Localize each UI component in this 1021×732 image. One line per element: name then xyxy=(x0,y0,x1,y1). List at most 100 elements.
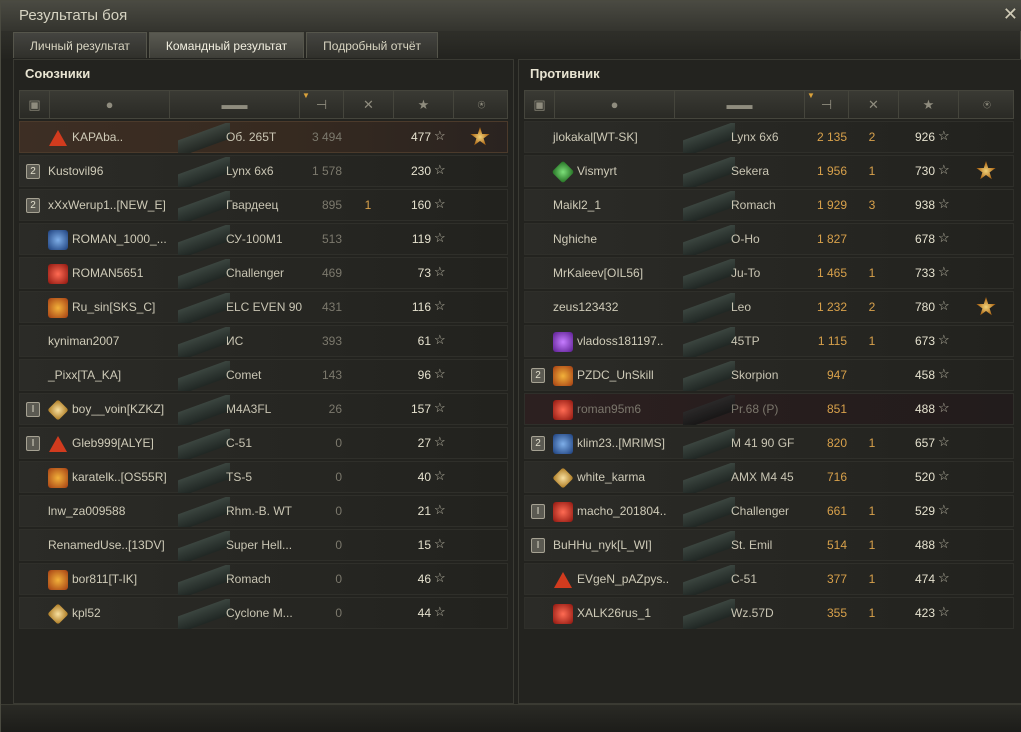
player-name: EVgeN_pAZpys.. xyxy=(577,572,670,586)
player-name: xXxWerup1..[NEW_E] xyxy=(48,198,166,212)
tank-icon xyxy=(683,395,735,425)
player-row[interactable]: karatelk..[OS55R] TS-5 0 40 ☆ xyxy=(19,461,508,493)
player-row[interactable]: zeus123432 Leo 1 232 2 780 ☆ xyxy=(524,291,1014,323)
tank-name: Rhm.-B. WT xyxy=(226,504,292,518)
xp-value: 160 xyxy=(410,198,431,212)
player-row[interactable]: roman95m6 Pr.68 (P) 851 488 ☆ xyxy=(524,393,1014,425)
xp-star-icon: ☆ xyxy=(434,332,446,347)
player-column-icon[interactable]: ● xyxy=(50,91,170,118)
frags-value: 1 xyxy=(868,164,876,178)
medal-icon[interactable] xyxy=(976,297,996,316)
damage-column-icon[interactable]: ⊣ xyxy=(805,91,849,118)
xp-value: 678 xyxy=(914,232,935,246)
player-name: lnw_za009588 xyxy=(48,504,126,518)
xp-star-icon: ☆ xyxy=(434,264,446,279)
player-row[interactable]: kpl52 Cyclone M... 0 44 ☆ xyxy=(19,597,508,629)
player-row[interactable]: RenamedUse..[13DV] Super Hell... 0 15 ☆ xyxy=(19,529,508,561)
medal-icon[interactable] xyxy=(976,161,996,180)
close-icon[interactable]: ✕ xyxy=(1003,4,1018,25)
damage-value: 1 578 xyxy=(311,164,342,178)
player-name: MrKaleev[OIL56] xyxy=(553,266,644,280)
player-row[interactable]: I Gleb999[ALYE] C-51 0 27 ☆ xyxy=(19,427,508,459)
player-row[interactable]: lnw_za009588 Rhm.-B. WT 0 21 ☆ xyxy=(19,495,508,527)
player-name: Gleb999[ALYE] xyxy=(72,436,154,450)
player-row[interactable]: 2 Kustovil96 Lynx 6x6 1 578 230 ☆ xyxy=(19,155,508,187)
tank-name: Super Hell... xyxy=(226,538,293,552)
player-name: roman95m6 xyxy=(577,402,642,416)
tank-column-icon[interactable]: ▬▬ xyxy=(170,91,300,118)
player-row[interactable]: Ru_sin[SKS_C] ELC EVEN 90 431 116 ☆ xyxy=(19,291,508,323)
player-row[interactable]: jlokakal[WT-SK] Lynx 6x6 2 135 2 926 ☆ xyxy=(524,121,1014,153)
player-row[interactable]: Maikl2_1 Romach 1 929 3 938 ☆ xyxy=(524,189,1014,221)
tank-icon xyxy=(683,123,735,153)
player-row[interactable]: vladoss181197.. 45TP 1 115 1 673 ☆ xyxy=(524,325,1014,357)
damage-value: 661 xyxy=(826,504,847,518)
xp-value: 230 xyxy=(410,164,431,178)
player-name: ROMAN_1000_... xyxy=(72,232,167,246)
tank-name: Romach xyxy=(731,198,776,212)
player-row[interactable]: 2 PZDC_UnSkill Skorpion 947 458 ☆ xyxy=(524,359,1014,391)
platoon-column-icon[interactable]: ▣ xyxy=(525,91,555,118)
frags-column-icon[interactable]: ✕ xyxy=(344,91,394,118)
damage-value: 947 xyxy=(826,368,847,382)
player-name: KAPAba.. xyxy=(72,130,124,144)
player-row[interactable]: ROMAN_1000_... СУ-100М1 513 119 ☆ xyxy=(19,223,508,255)
tank-name: Romach xyxy=(226,572,271,586)
player-name: boy__voin[KZKZ] xyxy=(72,402,165,416)
tank-name: Гвардеец xyxy=(226,198,279,212)
player-row[interactable]: _Pixx[TA_KA] Comet 143 96 ☆ xyxy=(19,359,508,391)
player-row[interactable]: XALK26rus_1 Wz.57D 355 1 423 ☆ xyxy=(524,597,1014,629)
tank-icon xyxy=(683,259,735,289)
platoon-column-icon[interactable]: ▣ xyxy=(20,91,50,118)
damage-value: 0 xyxy=(335,572,342,586)
xp-star-icon: ☆ xyxy=(434,604,446,619)
tank-name: СУ-100М1 xyxy=(226,232,283,246)
frags-column-icon[interactable]: ✕ xyxy=(849,91,899,118)
player-row[interactable]: MrKaleev[OIL56] Ju-To 1 465 1 733 ☆ xyxy=(524,257,1014,289)
xp-star-icon: ☆ xyxy=(434,468,446,483)
player-row[interactable]: Vismyrt Sekera 1 956 1 730 ☆ xyxy=(524,155,1014,187)
frags-value: 2 xyxy=(868,300,876,314)
tab-detailed[interactable]: Подробный отчёт xyxy=(306,32,439,58)
tank-column-icon[interactable]: ▬▬ xyxy=(675,91,805,118)
tab-team[interactable]: Командный результат xyxy=(148,32,305,58)
xp-value: 21 xyxy=(417,504,431,518)
damage-value: 469 xyxy=(321,266,342,280)
player-name: jlokakal[WT-SK] xyxy=(553,130,638,144)
player-row[interactable]: 2 xXxWerup1..[NEW_E] Гвардеец 895 1 160 ☆ xyxy=(19,189,508,221)
player-row[interactable]: I BuHHu_nyk[L_WI] St. Emil 514 1 488 ☆ xyxy=(524,529,1014,561)
tank-name: Challenger xyxy=(731,504,790,518)
damage-value: 1 929 xyxy=(816,198,847,212)
player-row[interactable]: Imacho_201804.. Challenger 661 1 529 ☆ xyxy=(524,495,1014,527)
tank-icon xyxy=(683,361,735,391)
player-name: XALK26rus_1 xyxy=(577,606,652,620)
player-row[interactable]: kyniman2007 ИС 393 61 ☆ xyxy=(19,325,508,357)
xp-star-icon: ☆ xyxy=(434,298,446,313)
player-row[interactable]: 2 klim23..[MRIMS] M 41 90 GF 820 1 657 ☆ xyxy=(524,427,1014,459)
xp-column-icon[interactable]: ★ xyxy=(899,91,959,118)
frags-value: 1 xyxy=(868,504,876,518)
medal-icon[interactable] xyxy=(470,127,490,146)
player-column-icon[interactable]: ● xyxy=(555,91,675,118)
player-row[interactable]: ROMAN5651 Challenger 469 73 ☆ xyxy=(19,257,508,289)
damage-column-icon[interactable]: ⊣ xyxy=(300,91,344,118)
tank-icon xyxy=(178,531,230,561)
player-row[interactable]: Iboy__voin[KZKZ] M4A3FL 26 157 ☆ xyxy=(19,393,508,425)
player-row[interactable]: bor811[T-IK] Romach 0 46 ☆ xyxy=(19,563,508,595)
player-row[interactable]: EVgeN_pAZpys.. C-51 377 1 474 ☆ xyxy=(524,563,1014,595)
medal-column-icon[interactable]: ⍟ xyxy=(959,91,1015,118)
tank-name: O-Ho xyxy=(731,232,760,246)
xp-column-icon[interactable]: ★ xyxy=(394,91,454,118)
xp-value: 657 xyxy=(914,436,935,450)
damage-value: 1 465 xyxy=(816,266,847,280)
xp-value: 477 xyxy=(410,130,431,144)
player-row[interactable]: white_karma AMX M4 45 716 520 ☆ xyxy=(524,461,1014,493)
player-row[interactable]: KAPAba.. Об. 265T 3 494 477 ☆ xyxy=(19,121,508,153)
medal-column-icon[interactable]: ⍟ xyxy=(454,91,509,118)
tank-name: Wz.57D xyxy=(731,606,774,620)
tank-icon xyxy=(178,497,230,527)
tab-personal[interactable]: Личный результат xyxy=(13,32,147,58)
warn-badge-icon xyxy=(48,128,68,148)
player-row[interactable]: Nghiche O-Ho 1 827 678 ☆ xyxy=(524,223,1014,255)
tank-name: AMX M4 45 xyxy=(731,470,794,484)
